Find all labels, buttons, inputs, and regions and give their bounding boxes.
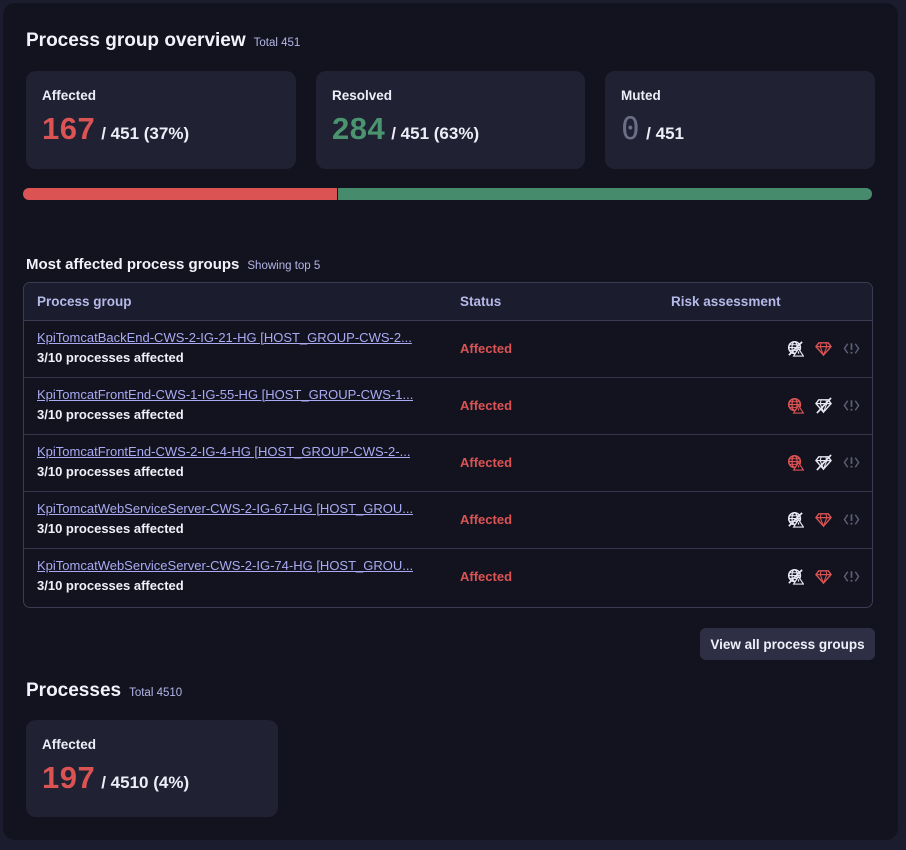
risk-assessment-icons xyxy=(787,340,860,357)
status-badge: Affected xyxy=(460,398,513,413)
vulnerable-function-icon[interactable] xyxy=(843,568,860,585)
risk-assessment-icons xyxy=(787,511,860,528)
card-label: Muted xyxy=(621,88,661,103)
data-assets-icon[interactable] xyxy=(815,340,832,357)
muted-count: 0 xyxy=(621,111,641,147)
data-assets-icon[interactable] xyxy=(815,397,832,414)
section-title: Most affected process groups xyxy=(26,256,240,273)
resolved-ratio: / 451 (63%) xyxy=(391,124,480,143)
muted-card: Muted 0 / 451 xyxy=(605,71,875,169)
status-badge: Affected xyxy=(460,512,513,527)
progress-affected-segment xyxy=(23,188,338,200)
section-title: Processes xyxy=(26,680,122,701)
processes-affected-text: 3/10 processes affected xyxy=(37,464,184,479)
table-row: KpiTomcatBackEnd-CWS-2-IG-21-HG [HOST_GR… xyxy=(24,321,872,378)
table-row: KpiTomcatFrontEnd-CWS-2-IG-4-HG [HOST_GR… xyxy=(24,435,872,492)
most-affected-header: Most affected process groups Showing top… xyxy=(26,256,320,273)
processes-affected-text: 3/10 processes affected xyxy=(37,578,184,593)
column-header-process-group[interactable]: Process group xyxy=(37,294,132,309)
data-assets-icon[interactable] xyxy=(815,511,832,528)
public-exposure-icon[interactable] xyxy=(787,454,804,471)
status-badge: Affected xyxy=(460,569,513,584)
processes-affected-text: 3/10 processes affected xyxy=(37,350,184,365)
affected-process-ratio: / 4510 (4%) xyxy=(101,773,190,792)
process-group-link[interactable]: KpiTomcatFrontEnd-CWS-1-IG-55-HG [HOST_G… xyxy=(37,387,413,402)
vulnerable-function-icon[interactable] xyxy=(843,397,860,414)
public-exposure-icon[interactable] xyxy=(787,397,804,414)
process-group-overview-header: Process group overview Total 451 xyxy=(26,30,300,52)
vulnerable-function-icon[interactable] xyxy=(843,340,860,357)
card-value: 0 / 451 xyxy=(621,111,684,147)
card-value: 197 / 4510 (4%) xyxy=(42,760,189,796)
muted-ratio: / 451 xyxy=(646,124,684,143)
process-groups-table: Process group Status Risk assessment Kpi… xyxy=(23,282,873,608)
risk-assessment-icons xyxy=(787,397,860,414)
table-header: Process group Status Risk assessment xyxy=(24,283,872,321)
resolved-card: Resolved 284 / 451 (63%) xyxy=(316,71,585,169)
card-value: 284 / 451 (63%) xyxy=(332,111,479,147)
affected-count: 167 xyxy=(42,111,96,146)
status-badge: Affected xyxy=(460,455,513,470)
card-label: Affected xyxy=(42,737,97,752)
resolved-count: 284 xyxy=(332,111,386,146)
view-all-process-groups-button[interactable]: View all process groups xyxy=(700,628,875,660)
column-header-status[interactable]: Status xyxy=(460,294,501,309)
showing-count: Showing top 5 xyxy=(247,260,321,272)
risk-assessment-icons xyxy=(787,454,860,471)
affected-card: Affected 167 / 451 (37%) xyxy=(26,71,296,169)
public-exposure-icon[interactable] xyxy=(787,340,804,357)
public-exposure-icon[interactable] xyxy=(787,511,804,528)
card-label: Affected xyxy=(42,88,97,103)
column-header-risk-assessment[interactable]: Risk assessment xyxy=(671,294,781,309)
total-count: Total 451 xyxy=(253,37,301,49)
public-exposure-icon[interactable] xyxy=(787,568,804,585)
data-assets-icon[interactable] xyxy=(815,568,832,585)
process-group-link[interactable]: KpiTomcatBackEnd-CWS-2-IG-21-HG [HOST_GR… xyxy=(37,330,412,345)
card-value: 167 / 451 (37%) xyxy=(42,111,189,147)
processes-affected-text: 3/10 processes affected xyxy=(37,521,184,536)
processes-header: Processes Total 4510 xyxy=(26,680,182,702)
table-row: KpiTomcatFrontEnd-CWS-1-IG-55-HG [HOST_G… xyxy=(24,378,872,435)
table-row: KpiTomcatWebServiceServer-CWS-2-IG-74-HG… xyxy=(24,549,872,605)
table-row: KpiTomcatWebServiceServer-CWS-2-IG-67-HG… xyxy=(24,492,872,549)
processes-affected-text: 3/10 processes affected xyxy=(37,407,184,422)
status-badge: Affected xyxy=(460,341,513,356)
vulnerable-function-icon[interactable] xyxy=(843,511,860,528)
total-count: Total 4510 xyxy=(129,687,183,699)
affected-ratio: / 451 (37%) xyxy=(101,124,190,143)
processes-affected-card: Affected 197 / 4510 (4%) xyxy=(26,720,278,817)
progress-resolved-segment xyxy=(338,188,872,200)
risk-assessment-icons xyxy=(787,568,860,585)
data-assets-icon[interactable] xyxy=(815,454,832,471)
process-group-link[interactable]: KpiTomcatWebServiceServer-CWS-2-IG-74-HG… xyxy=(37,558,413,573)
process-group-link[interactable]: KpiTomcatFrontEnd-CWS-2-IG-4-HG [HOST_GR… xyxy=(37,444,410,459)
card-label: Resolved xyxy=(332,88,393,103)
status-progress-bar xyxy=(23,188,872,200)
vulnerable-function-icon[interactable] xyxy=(843,454,860,471)
process-group-link[interactable]: KpiTomcatWebServiceServer-CWS-2-IG-67-HG… xyxy=(37,501,413,516)
section-title: Process group overview xyxy=(26,30,246,51)
affected-process-count: 197 xyxy=(42,760,96,795)
